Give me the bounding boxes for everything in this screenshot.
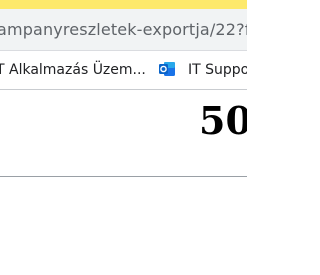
- address-url-text[interactable]: ampanyreszletek-exportja/22?fo: [0, 20, 247, 39]
- horizontal-divider: [0, 176, 247, 177]
- address-bar[interactable]: ampanyreszletek-exportja/22?fo: [0, 9, 247, 51]
- browser-viewport: ampanyreszletek-exportja/22?fo T Alkalma…: [0, 0, 247, 275]
- bookmark-it-support[interactable]: IT Suppor: [188, 62, 247, 78]
- bookmarks-bar: T Alkalmazás Üzem... IT Suppor: [0, 51, 247, 90]
- page-content: 504: [0, 90, 247, 275]
- header-number: 504: [199, 98, 247, 143]
- window-top-accent: [0, 0, 247, 9]
- outlook-icon: [159, 62, 175, 76]
- bookmark-it-alkalmazas[interactable]: T Alkalmazás Üzem...: [0, 62, 146, 78]
